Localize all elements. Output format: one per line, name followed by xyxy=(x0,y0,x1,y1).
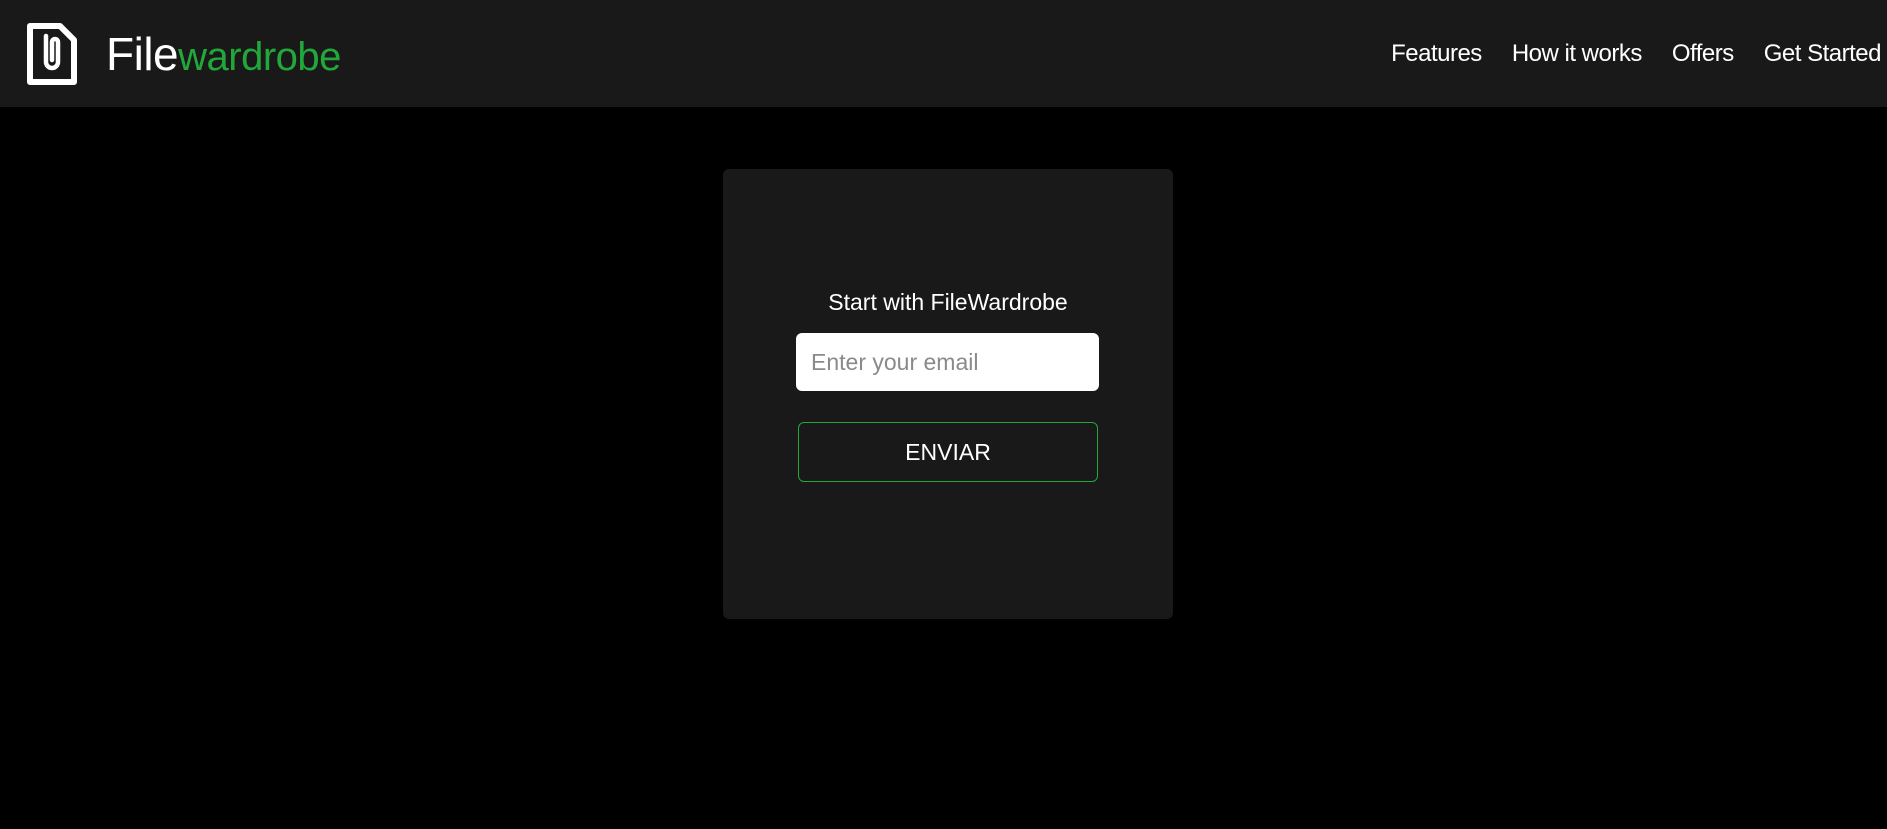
brand-logo[interactable]: Filewardrobe xyxy=(26,22,341,86)
paperclip-file-icon xyxy=(27,23,77,85)
brand-name-part1: File xyxy=(106,28,179,80)
brand-name: Filewardrobe xyxy=(106,31,341,77)
nav-link-offers[interactable]: Offers xyxy=(1672,40,1734,68)
send-button[interactable]: ENVIAR xyxy=(798,422,1098,482)
nav-link-get-started[interactable]: Get Started xyxy=(1764,40,1882,68)
signup-title: Start with FileWardrobe xyxy=(828,289,1068,315)
signup-card: Start with FileWardrobe ENVIAR xyxy=(723,169,1173,619)
brand-name-part2: wardrobe xyxy=(178,35,341,79)
email-input[interactable] xyxy=(796,333,1099,391)
main-nav: Features How it works Offers Get Started xyxy=(1361,0,1881,107)
top-navbar: Filewardrobe Features How it works Offer… xyxy=(0,0,1887,107)
nav-link-how-it-works[interactable]: How it works xyxy=(1512,40,1643,68)
nav-link-features[interactable]: Features xyxy=(1391,40,1482,68)
